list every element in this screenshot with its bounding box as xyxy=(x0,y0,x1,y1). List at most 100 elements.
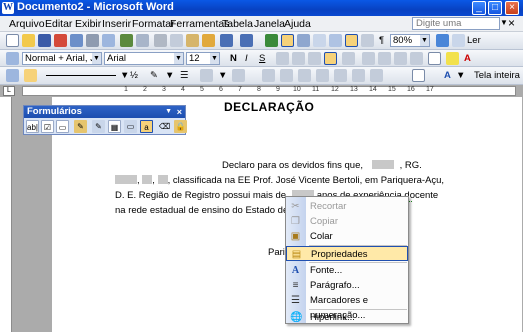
text-field-icon[interactable]: ab| xyxy=(26,120,39,133)
line-spacing-icon[interactable] xyxy=(342,52,355,65)
align-right-icon[interactable] xyxy=(308,52,321,65)
font-color-a-icon[interactable]: A xyxy=(444,70,451,81)
menu-item-paste[interactable]: ▣ Colar xyxy=(286,229,408,244)
fill-dropdown-icon[interactable]: ▼ xyxy=(218,70,227,81)
menu-ferramentas[interactable]: Ferramentas xyxy=(170,18,230,30)
show-hide-icon[interactable]: ¶ xyxy=(379,35,384,46)
field-shading-icon[interactable]: a xyxy=(140,120,153,133)
dropdown-field-icon[interactable]: ▭ xyxy=(56,120,69,133)
bold-icon[interactable]: N xyxy=(230,53,237,64)
format-painter-icon[interactable] xyxy=(202,34,215,47)
forms-toolbar-header[interactable]: Formulários ▼ × xyxy=(24,106,185,118)
line-style-sample[interactable] xyxy=(46,75,116,76)
menu-item-font[interactable]: A Fonte... xyxy=(286,263,408,278)
fill-color-icon[interactable] xyxy=(200,69,213,82)
draw-table-icon[interactable]: ✎ xyxy=(92,120,105,133)
insert-table-icon[interactable] xyxy=(297,34,310,47)
fraction-icon[interactable]: ½ xyxy=(130,70,138,81)
font-select[interactable]: Arial ▼ xyxy=(104,52,184,65)
insert-frame-icon[interactable]: ▭ xyxy=(124,120,137,133)
insert-table-icon[interactable]: ▦ xyxy=(108,120,121,133)
font-color-dropdown-icon[interactable]: ▼ xyxy=(456,70,465,81)
autoshapes-icon[interactable] xyxy=(24,69,37,82)
menu-formatar[interactable]: Formatar xyxy=(132,18,175,30)
font-color-icon[interactable]: A xyxy=(464,53,471,64)
drawing-icon[interactable] xyxy=(345,34,358,47)
3d-style-icon[interactable] xyxy=(280,69,293,82)
document-map-icon[interactable] xyxy=(361,34,374,47)
field-properties-icon[interactable]: ✎ xyxy=(74,120,87,133)
increase-indent-icon[interactable] xyxy=(410,52,423,65)
menu-item-bullets[interactable]: ☰ Marcadores e numeração... xyxy=(286,293,408,321)
numbering-icon[interactable] xyxy=(362,52,375,65)
clipart-icon[interactable] xyxy=(352,69,365,82)
textbox-icon[interactable] xyxy=(298,69,311,82)
protect-form-icon[interactable]: 🔒 xyxy=(174,120,187,133)
minimize-icon[interactable]: _ xyxy=(472,1,486,15)
read-button[interactable]: Ler xyxy=(467,35,481,46)
print-preview-icon[interactable] xyxy=(102,34,115,47)
doc-line-4[interactable]: na rede estadual de ensino do Estado de … xyxy=(115,205,308,216)
reset-fields-icon[interactable]: ⌫ xyxy=(158,120,171,133)
read-icon[interactable] xyxy=(452,34,465,47)
diagram-icon[interactable] xyxy=(334,69,347,82)
menu-janela[interactable]: Janela xyxy=(254,18,285,30)
picture-icon[interactable] xyxy=(370,69,383,82)
wordart-icon[interactable] xyxy=(316,69,329,82)
spelling-icon[interactable] xyxy=(120,34,133,47)
menu-item-copy[interactable]: ❐ Copiar xyxy=(286,214,408,229)
menu-ajuda[interactable]: Ajuda xyxy=(284,18,311,30)
line-weight-icon[interactable]: ▼ xyxy=(165,70,174,81)
redo-icon[interactable] xyxy=(240,34,253,47)
decrease-indent-icon[interactable] xyxy=(394,52,407,65)
tab-selector-icon[interactable]: L xyxy=(3,86,15,96)
italic-icon[interactable]: I xyxy=(245,53,248,64)
cut-icon[interactable] xyxy=(154,34,167,47)
close-icon[interactable]: × xyxy=(505,1,519,15)
justify-icon[interactable] xyxy=(324,52,337,65)
style-select[interactable]: Normal + Arial, Justi ▼ xyxy=(22,52,102,65)
help-dropdown-icon[interactable]: ▼ xyxy=(500,18,508,27)
zoom-select[interactable]: 80% ▼ xyxy=(390,34,430,47)
columns-icon[interactable] xyxy=(329,34,342,47)
paste-icon[interactable] xyxy=(186,34,199,47)
maximize-icon[interactable]: □ xyxy=(488,1,502,15)
highlight-icon[interactable] xyxy=(446,52,459,65)
line-style-dropdown-icon[interactable]: ▼ xyxy=(120,70,129,81)
doc-line-2[interactable]: , , , classificada na EE Prof. José Vice… xyxy=(115,175,444,186)
menu-exibir[interactable]: Exibir xyxy=(75,18,101,30)
menu-item-properties[interactable]: ▤ Propriedades xyxy=(286,246,408,261)
email-icon[interactable] xyxy=(70,34,83,47)
menu-inserir[interactable]: Inserir xyxy=(102,18,131,30)
menu-item-hyperlink[interactable]: 🌐 Hiperlink... xyxy=(286,310,408,325)
font-size-select[interactable]: 12 ▼ xyxy=(186,52,220,65)
outside-borders-icon[interactable] xyxy=(412,69,425,82)
full-screen-button[interactable]: Tela inteira xyxy=(474,70,520,81)
copy-icon[interactable] xyxy=(170,34,183,47)
align-left-icon[interactable] xyxy=(276,52,289,65)
menu-item-paragraph[interactable]: ≡ Parágrafo... xyxy=(286,278,408,293)
help-search-input[interactable]: Digite uma pergunta xyxy=(412,17,500,40)
research-icon[interactable] xyxy=(136,34,149,47)
checkbox-field-icon[interactable]: ☑ xyxy=(41,120,54,133)
align-center-icon[interactable] xyxy=(292,52,305,65)
insert-excel-icon[interactable] xyxy=(313,34,326,47)
shadow-icon[interactable] xyxy=(232,69,245,82)
arrow-style-icon[interactable] xyxy=(262,69,275,82)
ruler-strip[interactable] xyxy=(22,86,516,96)
doc-line-1[interactable]: Declaro para os devidos fins que, , RG. xyxy=(222,160,422,171)
chevron-down-icon[interactable]: ▼ xyxy=(165,106,172,118)
menu-editar[interactable]: Editar xyxy=(45,18,72,30)
undo-icon[interactable] xyxy=(220,34,233,47)
help-icon[interactable] xyxy=(436,34,449,47)
draw-icon[interactable] xyxy=(6,69,19,82)
save-icon[interactable] xyxy=(38,34,51,47)
hyperlink-icon[interactable] xyxy=(265,34,278,47)
menu-item-cut[interactable]: ✂ Recortar xyxy=(286,199,408,214)
borders-icon[interactable] xyxy=(428,52,441,65)
menu-arquivo[interactable]: Arquivo xyxy=(9,18,45,30)
menu-tabela[interactable]: Tabela xyxy=(222,18,253,30)
open-folder-icon[interactable] xyxy=(22,34,35,47)
dash-style-icon[interactable]: ☰ xyxy=(180,70,189,81)
styles-icon[interactable] xyxy=(6,52,19,65)
